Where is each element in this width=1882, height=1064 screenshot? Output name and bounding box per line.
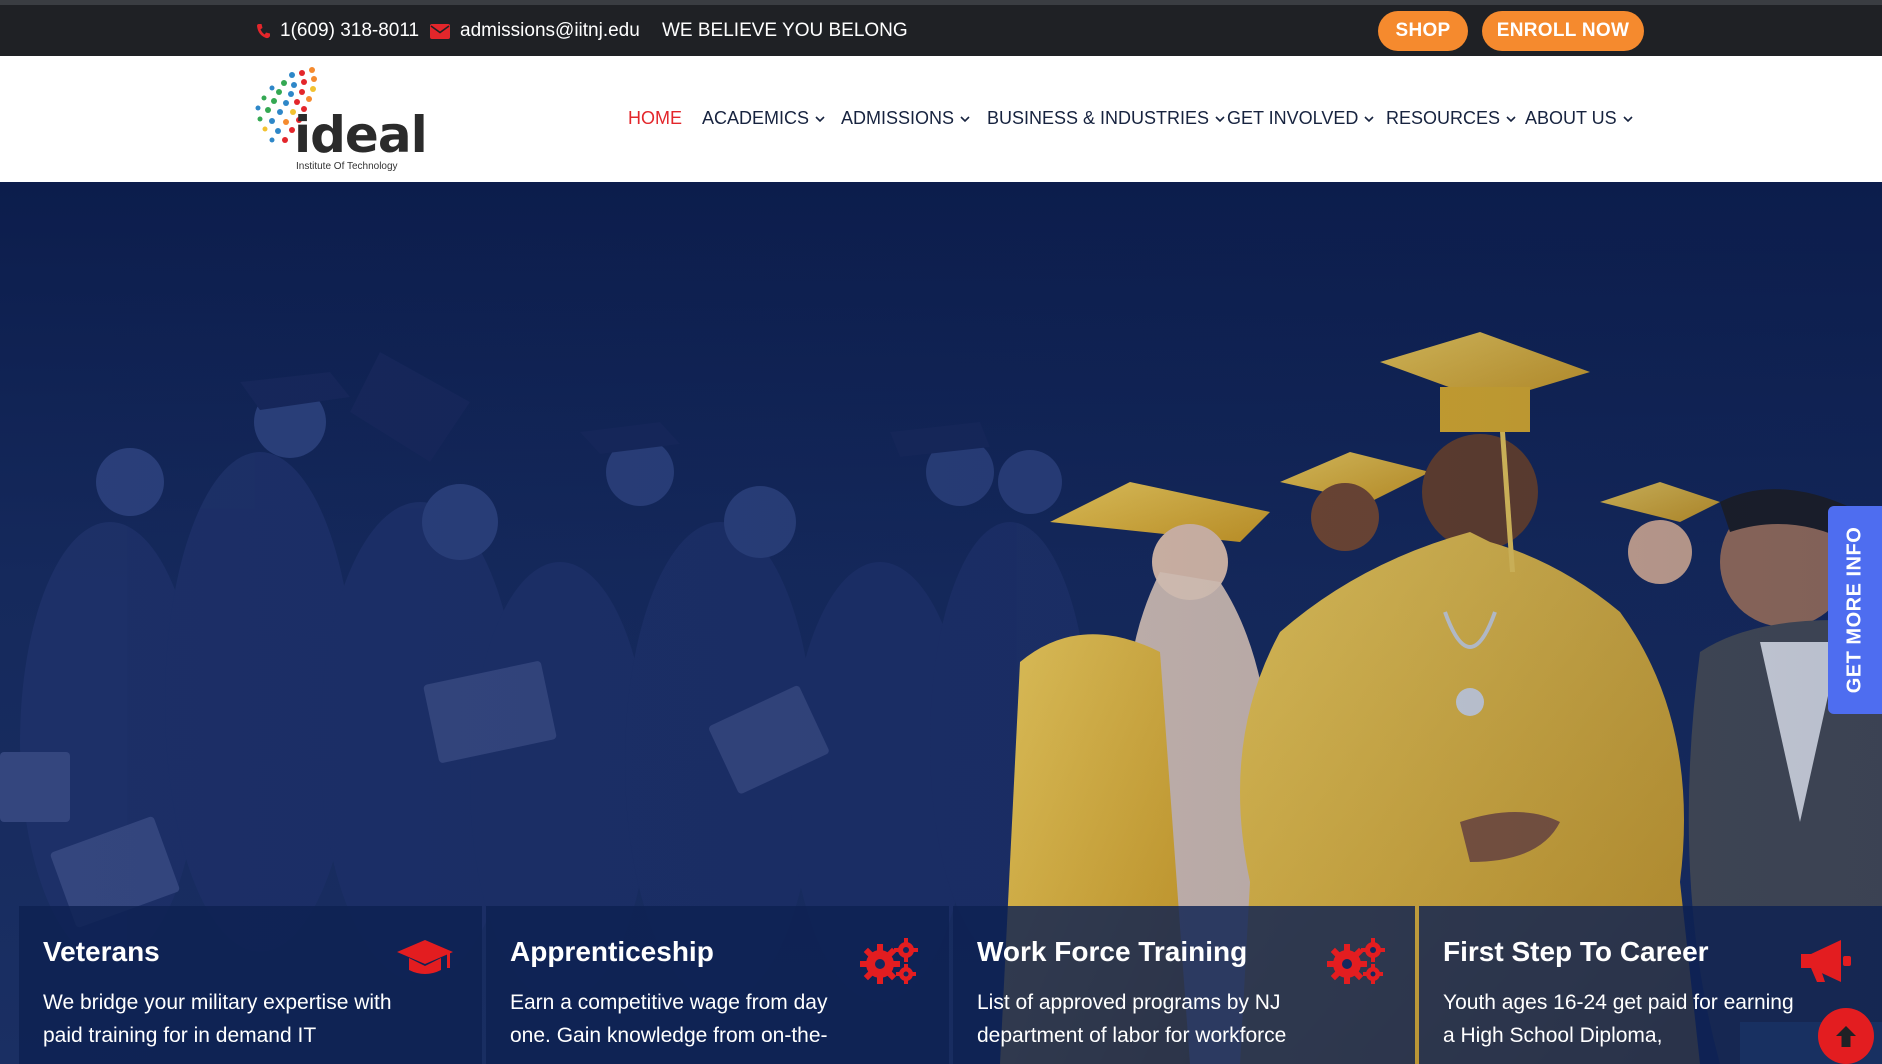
card-title: First Step To Career bbox=[1443, 936, 1709, 967]
nav-item-label: ADMISSIONS bbox=[841, 108, 955, 128]
card-apprenticeship[interactable]: Apprenticeship Earn a competitive wage f… bbox=[486, 906, 949, 1064]
scroll-to-top-button[interactable] bbox=[1818, 1008, 1874, 1064]
logo[interactable]: ideal Institute Of Technology bbox=[252, 66, 428, 174]
chevron-down-icon bbox=[960, 115, 970, 122]
logo-wordmark: ideal bbox=[294, 106, 428, 164]
phone-icon bbox=[257, 24, 270, 39]
tagline: WE BELIEVE YOU BELONG bbox=[662, 20, 908, 42]
tagline-text: WE BELIEVE YOU BELONG bbox=[662, 20, 908, 41]
card-veterans[interactable]: Veterans We bridge your military experti… bbox=[19, 906, 482, 1064]
nav-item-get-involved[interactable]: GET INVOLVED bbox=[1227, 108, 1375, 129]
nav-item-label: ABOUT US bbox=[1525, 108, 1617, 128]
chevron-down-icon bbox=[1506, 115, 1516, 122]
nav-item-about-us[interactable]: ABOUT US bbox=[1525, 108, 1634, 129]
email-address: admissions@iitnj.edu bbox=[460, 20, 640, 41]
phone-number: 1(609) 318-8011 bbox=[280, 20, 420, 41]
logo-subtitle: Institute Of Technology bbox=[296, 161, 398, 172]
chevron-down-icon bbox=[815, 115, 825, 122]
nav-item-home[interactable]: HOME bbox=[628, 108, 682, 129]
nav-item-admissions[interactable]: ADMISSIONS bbox=[841, 108, 971, 129]
get-more-info-tab[interactable]: GET MORE INFO bbox=[1828, 506, 1882, 714]
top-bar: 1(609) 318-8011 admissions@iitnj.edu WE … bbox=[0, 0, 1882, 56]
arrow-up-icon bbox=[1836, 1026, 1856, 1047]
nav-item-label: ACADEMICS bbox=[702, 108, 810, 128]
get-more-info-label: GET MORE INFO bbox=[1843, 526, 1866, 694]
shop-button[interactable]: SHOP bbox=[1378, 11, 1468, 51]
chevron-down-icon bbox=[1215, 115, 1225, 122]
card-first-step-to-career[interactable]: First Step To Career Youth ages 16-24 ge… bbox=[1419, 906, 1882, 1064]
card-text: List of approved programs by NJ departme… bbox=[977, 991, 1287, 1047]
chevron-down-icon bbox=[1623, 115, 1633, 122]
nav-item-academics[interactable]: ACADEMICS bbox=[702, 108, 826, 129]
card-text: We bridge your military expertise with p… bbox=[43, 991, 392, 1047]
envelope-icon bbox=[430, 23, 450, 39]
gears-icon bbox=[1327, 938, 1385, 984]
card-work-force-training[interactable]: Work Force Training List of approved pro… bbox=[953, 906, 1415, 1064]
graduation-cap-icon bbox=[397, 940, 453, 974]
enroll-now-button[interactable]: ENROLL NOW bbox=[1482, 11, 1644, 51]
megaphone-icon bbox=[1801, 940, 1851, 982]
email-link[interactable]: admissions@iitnj.edu bbox=[430, 20, 640, 42]
main-navbar: ideal Institute Of Technology HOME ACADE… bbox=[0, 56, 1882, 182]
nav-item-label: HOME bbox=[628, 108, 682, 128]
nav-item-label: RESOURCES bbox=[1386, 108, 1501, 128]
nav-item-business-industries[interactable]: BUSINESS & INDUSTRIES bbox=[987, 108, 1226, 129]
chevron-down-icon bbox=[1364, 115, 1374, 122]
phone-link[interactable]: 1(609) 318-8011 bbox=[256, 20, 419, 42]
card-text: Earn a competitive wage from day one. Ga… bbox=[510, 991, 828, 1047]
gears-icon bbox=[860, 938, 918, 984]
nav-item-label: BUSINESS & INDUSTRIES bbox=[987, 108, 1210, 128]
nav-item-resources[interactable]: RESOURCES bbox=[1386, 108, 1517, 129]
page: 1(609) 318-8011 admissions@iitnj.edu WE … bbox=[0, 0, 1882, 1064]
card-text: Youth ages 16-24 get paid for earning a … bbox=[1443, 991, 1794, 1047]
nav-item-label: GET INVOLVED bbox=[1227, 108, 1359, 128]
